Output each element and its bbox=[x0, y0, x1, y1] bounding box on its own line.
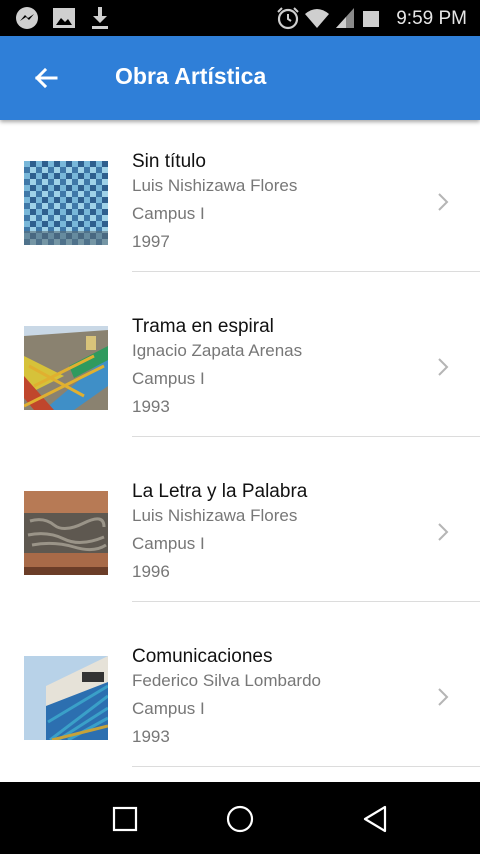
system-nav-bar bbox=[0, 782, 480, 854]
artwork-title: Sin título bbox=[132, 151, 206, 172]
divider bbox=[132, 436, 480, 437]
chevron-right-icon bbox=[438, 358, 449, 376]
back-button[interactable] bbox=[26, 58, 66, 98]
status-bar: 9:59 PM bbox=[0, 0, 480, 36]
app-bar: Obra Artística bbox=[0, 36, 480, 120]
artwork-thumbnail bbox=[24, 491, 108, 575]
battery-icon bbox=[363, 11, 379, 27]
artwork-artist: Luis Nishizawa Flores bbox=[132, 176, 298, 195]
artwork-campus: Campus I bbox=[132, 534, 205, 553]
artwork-thumbnail bbox=[24, 326, 108, 410]
artwork-thumbnail bbox=[24, 656, 108, 740]
chevron-right-icon bbox=[438, 193, 449, 211]
artwork-list: Sin título Luis Nishizawa Flores Campus … bbox=[0, 120, 480, 782]
recent-apps-icon[interactable] bbox=[108, 802, 142, 836]
artwork-year: 1993 bbox=[132, 397, 170, 416]
status-time: 9:59 PM bbox=[396, 8, 467, 29]
artwork-title: Trama en espiral bbox=[132, 316, 274, 337]
chevron-right-icon bbox=[438, 688, 449, 706]
alarm-icon bbox=[277, 7, 299, 30]
list-item[interactable]: Sin título Luis Nishizawa Flores Campus … bbox=[0, 120, 480, 285]
chevron-right-icon bbox=[438, 523, 449, 541]
artwork-title: Comunicaciones bbox=[132, 646, 273, 667]
artwork-artist: Ignacio Zapata Arenas bbox=[132, 341, 303, 360]
artwork-thumbnail bbox=[24, 161, 108, 245]
arrow-left-icon bbox=[34, 67, 58, 89]
artwork-year: 1997 bbox=[132, 232, 170, 251]
list-item[interactable]: Comunicaciones Federico Silva Lombardo C… bbox=[0, 615, 480, 780]
gallery-icon bbox=[53, 8, 75, 28]
messenger-icon bbox=[16, 7, 38, 29]
divider bbox=[132, 766, 480, 767]
artwork-campus: Campus I bbox=[132, 369, 205, 388]
divider bbox=[132, 271, 480, 272]
artwork-campus: Campus I bbox=[132, 699, 205, 718]
wifi-icon bbox=[305, 9, 329, 28]
artwork-title: La Letra y la Palabra bbox=[132, 481, 308, 502]
back-icon[interactable] bbox=[358, 802, 392, 836]
artwork-artist: Federico Silva Lombardo bbox=[132, 671, 321, 690]
list-item[interactable]: La Letra y la Palabra Luis Nishizawa Flo… bbox=[0, 450, 480, 615]
list-item[interactable]: Trama en espiral Ignacio Zapata Arenas C… bbox=[0, 285, 480, 450]
home-icon[interactable] bbox=[223, 802, 257, 836]
divider bbox=[132, 601, 480, 602]
download-icon bbox=[92, 7, 108, 29]
page-title: Obra Artística bbox=[115, 63, 267, 89]
artwork-artist: Luis Nishizawa Flores bbox=[132, 506, 298, 525]
signal-icon bbox=[336, 8, 354, 28]
artwork-year: 1996 bbox=[132, 562, 170, 581]
artwork-campus: Campus I bbox=[132, 204, 205, 223]
artwork-year: 1993 bbox=[132, 727, 170, 746]
